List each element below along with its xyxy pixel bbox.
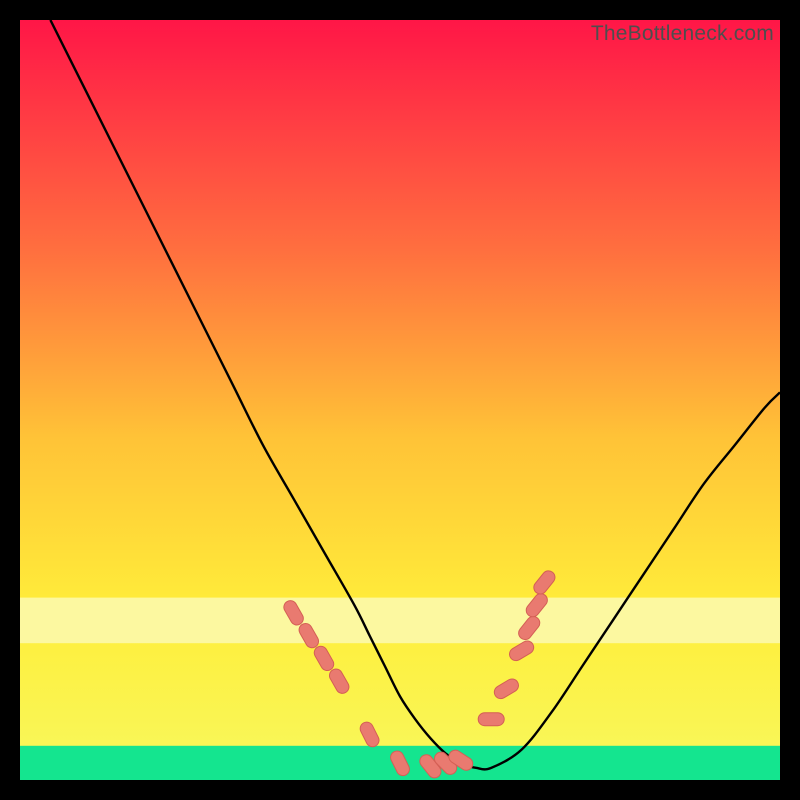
marker-point	[478, 713, 504, 726]
watermark-text: TheBottleneck.com	[591, 22, 774, 46]
chart-svg	[20, 20, 780, 780]
chart-frame: TheBottleneck.com	[20, 20, 780, 780]
gradient-background	[20, 20, 780, 780]
band-pale-yellow-band	[20, 598, 780, 644]
